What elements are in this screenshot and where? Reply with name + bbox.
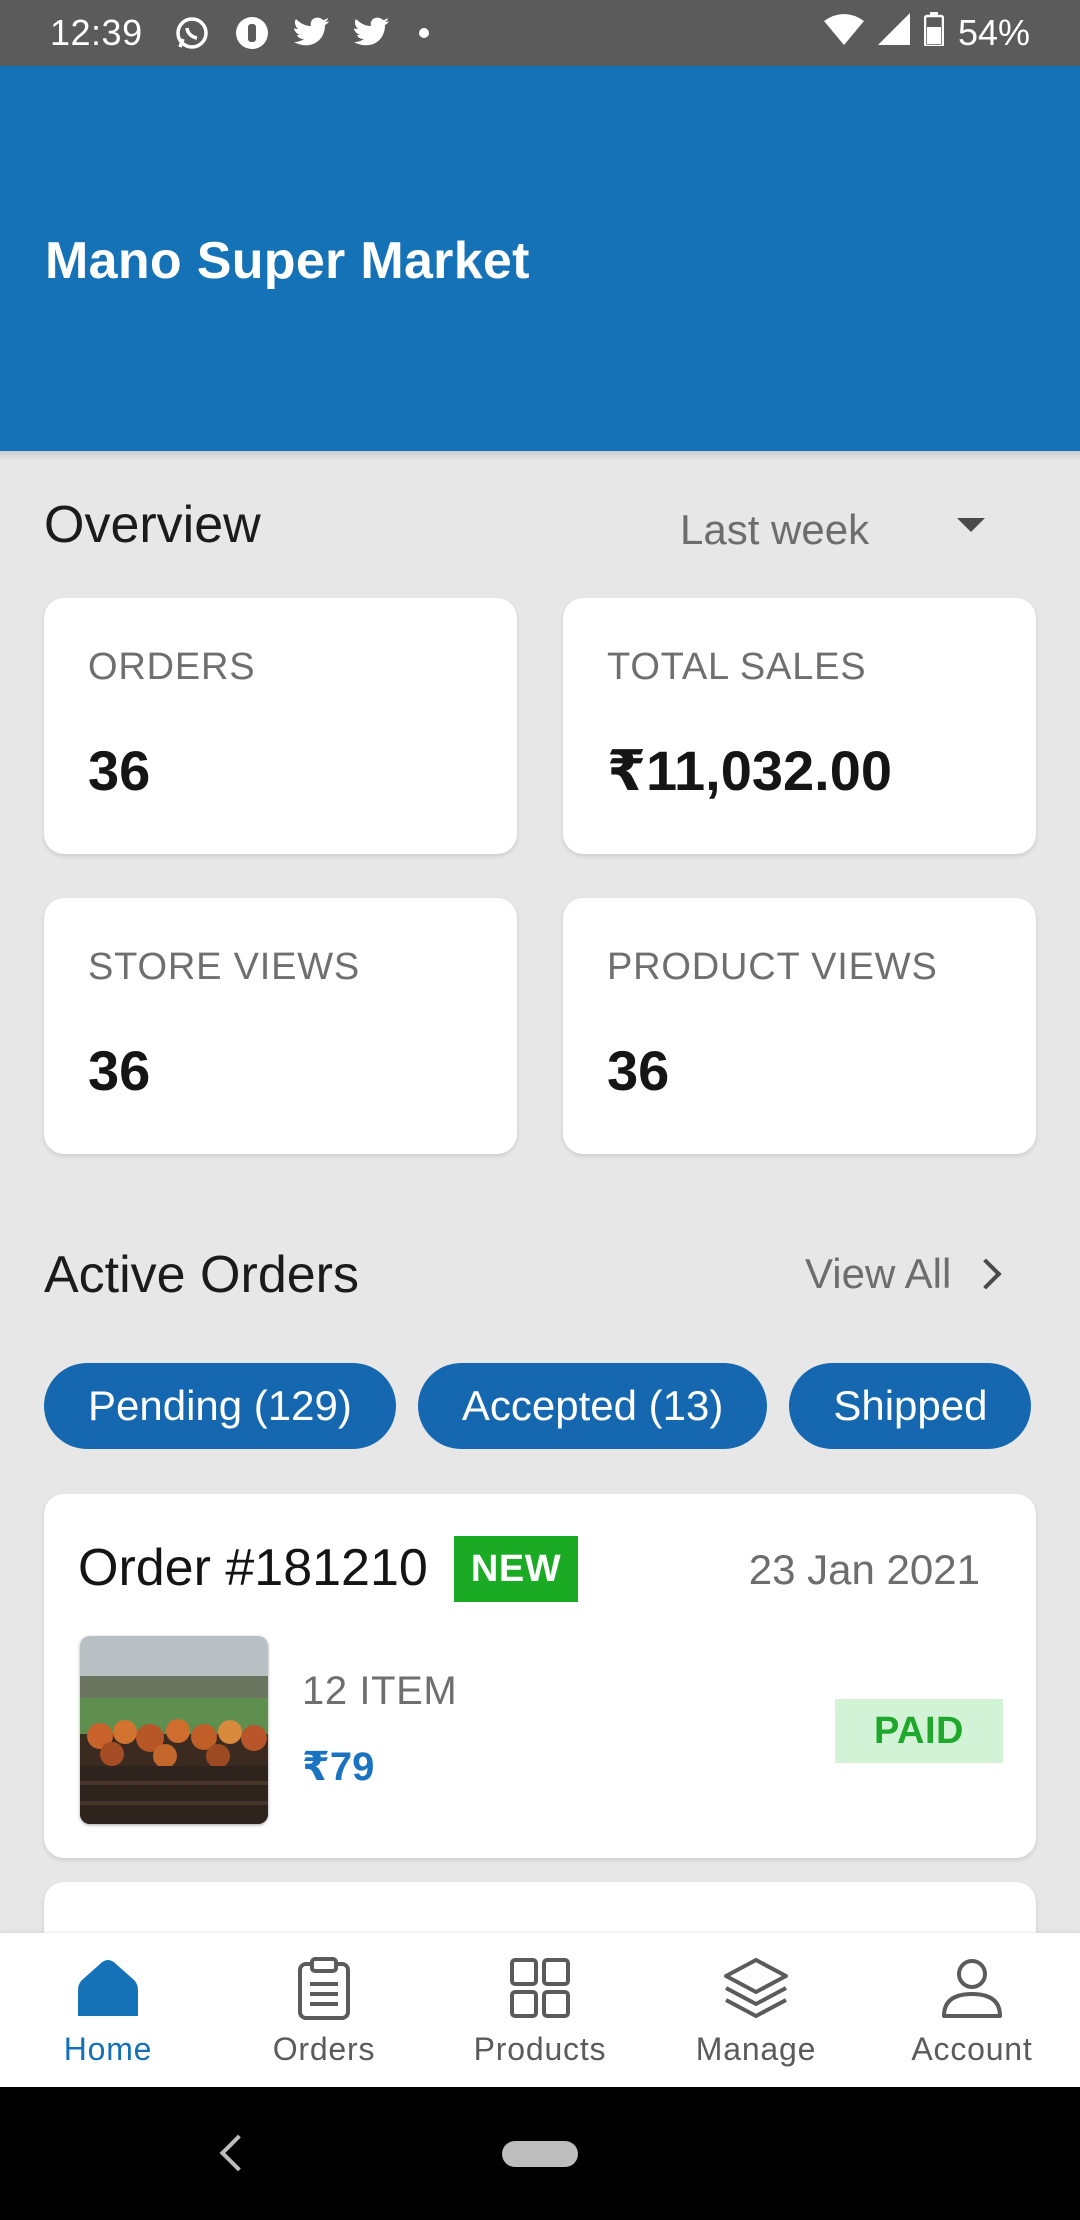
product-views-metric-card[interactable]: PRODUCT VIEWS 36 — [563, 898, 1036, 1154]
overview-title: Overview — [44, 496, 261, 554]
order-product-thumbnail — [80, 1636, 268, 1824]
orders-metric-card[interactable]: ORDERS 36 — [44, 598, 517, 854]
order-status-filters: Pending (129) Accepted (13) Shipped — [44, 1363, 1036, 1449]
chevron-right-icon — [970, 1258, 1002, 1290]
nav-label: Manage — [695, 2031, 817, 2067]
unknown-app-icon — [233, 14, 271, 52]
nav-label: Home — [63, 2031, 153, 2067]
total-sales-metric-card[interactable]: TOTAL SALES ₹11,032.00 — [563, 598, 1036, 854]
date-range-value: Last week — [680, 506, 870, 553]
nav-item-products[interactable]: Products — [432, 1933, 648, 2087]
metric-label: ORDERS — [88, 646, 256, 688]
nav-label: Account — [911, 2031, 1033, 2067]
new-badge: NEW — [454, 1536, 578, 1602]
app-header: Mano Super Market — [0, 66, 1080, 451]
order-item-count: 12 ITEM — [302, 1669, 458, 1713]
whatsapp-icon — [173, 14, 211, 52]
metric-value: 36 — [88, 1039, 151, 1102]
filter-chip-shipped[interactable]: Shipped — [789, 1363, 1032, 1449]
order-id: Order #181210 — [78, 1539, 428, 1597]
home-icon — [73, 1953, 143, 2023]
status-bar: 12:39 54% — [0, 0, 1080, 66]
signal-icon — [877, 12, 910, 54]
grid-icon — [505, 1953, 575, 2023]
layers-icon — [721, 1953, 791, 2023]
metric-value: 36 — [88, 739, 151, 802]
view-all-link[interactable]: View All — [805, 1250, 1002, 1298]
nav-item-orders[interactable]: Orders — [216, 1933, 432, 2087]
home-pill-button[interactable] — [502, 2141, 578, 2167]
filter-chip-pending[interactable]: Pending (129) — [44, 1363, 396, 1449]
nav-item-home[interactable]: Home — [0, 1933, 216, 2087]
nav-label: Products — [473, 2031, 607, 2067]
nav-item-manage[interactable]: Manage — [648, 1933, 864, 2087]
date-range-dropdown[interactable]: Last week — [680, 495, 1000, 565]
nav-label: Orders — [272, 2031, 376, 2067]
nav-item-account[interactable]: Account — [864, 1933, 1080, 2087]
caret-down-icon — [957, 518, 985, 532]
view-all-label: View All — [805, 1250, 952, 1297]
metric-label: TOTAL SALES — [607, 646, 867, 688]
metric-value: 36 — [607, 1039, 670, 1102]
order-amount: ₹79 — [302, 1745, 375, 1789]
clipboard-icon — [289, 1953, 359, 2023]
metric-label: PRODUCT VIEWS — [607, 946, 938, 988]
status-time: 12:39 — [50, 12, 143, 53]
metric-label: STORE VIEWS — [88, 946, 361, 988]
header-shadow — [0, 451, 1080, 461]
battery-percent: 54% — [957, 12, 1030, 53]
metric-value: ₹11,032.00 — [607, 739, 893, 802]
more-notifications-dot — [418, 28, 429, 38]
payment-status-badge: PAID — [835, 1699, 1003, 1763]
bottom-navigation: Home Orders Products Manage Account — [0, 1933, 1080, 2087]
back-icon[interactable] — [219, 2134, 257, 2172]
status-right: 54% — [823, 11, 1030, 55]
order-card[interactable]: Order #181210 NEW 23 Jan 2021 12 ITEM ₹7… — [44, 1494, 1036, 1858]
system-navigation-bar — [0, 2087, 1080, 2220]
twitter-icon — [353, 14, 391, 52]
active-orders-title: Active Orders — [44, 1246, 359, 1304]
twitter-icon — [293, 14, 331, 52]
order-date: 23 Jan 2021 — [748, 1546, 980, 1593]
store-views-metric-card[interactable]: STORE VIEWS 36 — [44, 898, 517, 1154]
person-icon — [937, 1953, 1007, 2023]
battery-icon — [923, 11, 945, 55]
notification-icons — [173, 14, 429, 52]
wifi-icon — [823, 12, 864, 54]
filter-chip-accepted[interactable]: Accepted (13) — [417, 1363, 768, 1449]
store-name: Mano Super Market — [45, 232, 530, 290]
